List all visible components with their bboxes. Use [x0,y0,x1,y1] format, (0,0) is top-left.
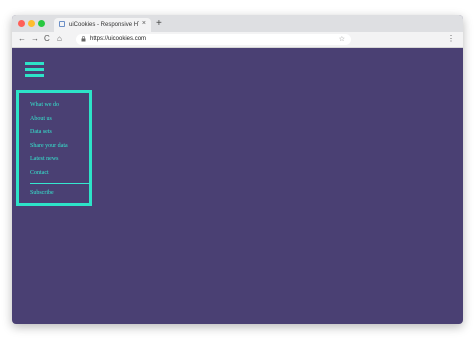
nav-item-share-your-data[interactable]: Share your data [30,143,68,150]
lock-icon [81,36,86,42]
window-minimize-button[interactable] [28,20,35,27]
nav-divider [30,183,90,184]
nav-item-about-us[interactable]: About us [30,116,52,123]
tab-bar: uiCookies - Responsive HTML × + [12,15,463,32]
tab-title: uiCookies - Responsive HTML [69,22,139,28]
back-button[interactable]: ← [18,34,26,44]
browser-window: uiCookies - Responsive HTML × + ← → C ⌂ … [12,15,463,324]
bookmark-star-icon[interactable]: ☆ [339,35,345,44]
nav-item-latest-news[interactable]: Latest news [30,156,59,163]
forward-button[interactable]: → [31,34,39,44]
nav-item-contact[interactable]: Contact [30,170,49,177]
reload-button[interactable]: C [44,34,50,44]
nav-item-subscribe[interactable]: Subscribe [30,190,54,197]
browser-menu-icon[interactable]: ⋮ [447,34,455,44]
browser-toolbar: ← → C ⌂ https://uicookies.com ☆ ⋮ [12,32,463,48]
nav-item-data-sets[interactable]: Data sets [30,129,52,136]
nav-item-what-we-do[interactable]: What we do [30,102,59,109]
window-zoom-button[interactable] [38,20,45,27]
hamburger-icon[interactable] [25,62,44,78]
url-text: https://uicookies.com [90,36,147,42]
tab-close-icon[interactable]: × [142,20,146,28]
home-button[interactable]: ⌂ [57,34,62,44]
favicon-icon [59,21,65,27]
address-bar[interactable]: https://uicookies.com ☆ [76,34,351,45]
nav-menu: What we do About us Data sets Share your… [16,90,92,206]
browser-tab[interactable]: uiCookies - Responsive HTML × [54,18,151,32]
new-tab-button[interactable]: + [156,18,162,29]
window-close-button[interactable] [18,20,25,27]
